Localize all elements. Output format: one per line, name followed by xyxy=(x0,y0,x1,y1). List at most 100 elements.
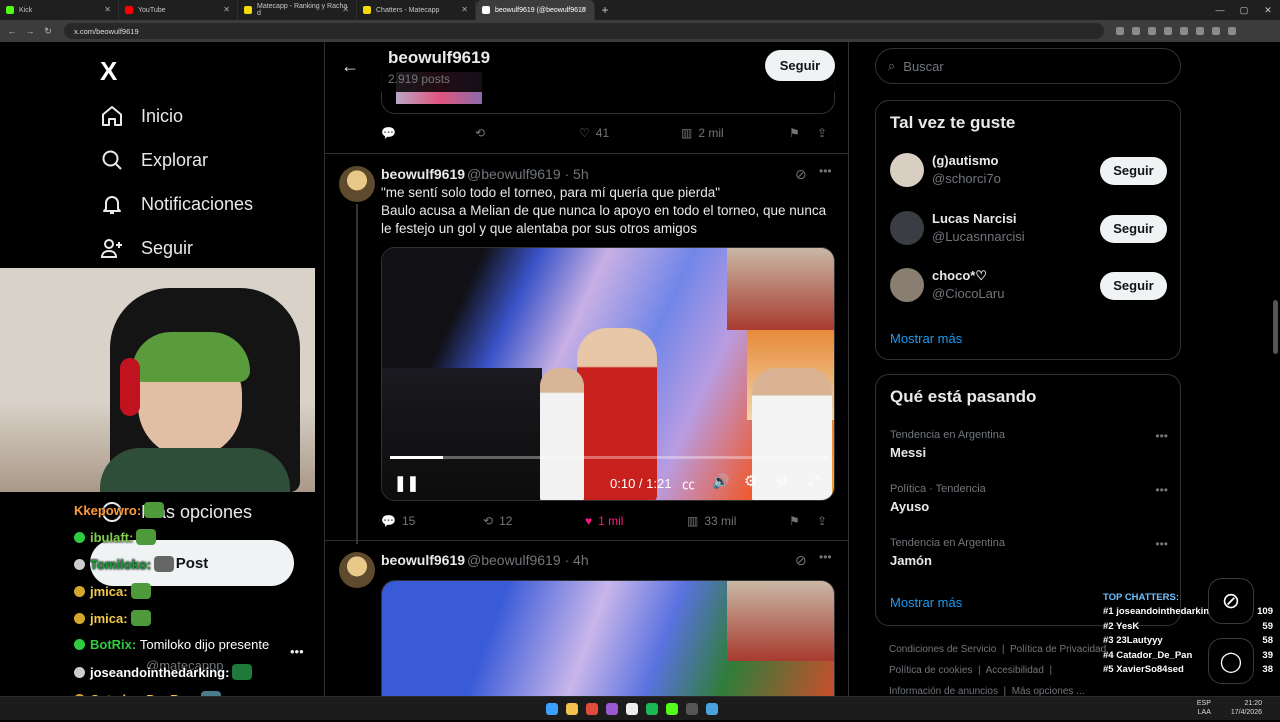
spotify-icon[interactable] xyxy=(646,703,658,715)
views-button[interactable]: ▥ 33 mil xyxy=(687,514,789,528)
footer-link[interactable]: Condiciones de Servicio xyxy=(889,644,996,655)
follow-button[interactable]: Seguir xyxy=(1100,157,1167,185)
tweet-author-name[interactable]: beowulf9619 xyxy=(381,166,465,182)
tab-kick[interactable]: Kick ✕ xyxy=(0,0,119,20)
url-input[interactable]: x.com/beowulf9619 xyxy=(64,23,1104,39)
like-button[interactable]: ♡ 41 xyxy=(579,126,681,140)
back-arrow-icon[interactable]: ← xyxy=(341,56,359,77)
bookmark-icon[interactable]: ⚑ xyxy=(789,514,817,528)
more-dots-icon[interactable]: ••• xyxy=(1155,537,1168,551)
cast-icon[interactable] xyxy=(1132,27,1140,35)
retweet-button[interactable]: ⟲ xyxy=(475,126,579,140)
close-icon[interactable]: ✕ xyxy=(342,5,349,14)
suggestion-item[interactable]: Lucas Narcisi @Lucasnnarcisi Seguir xyxy=(890,211,1168,251)
follow-button[interactable]: Seguir xyxy=(765,50,835,81)
zoom-icon[interactable] xyxy=(1116,27,1124,35)
minimize-icon[interactable]: — xyxy=(1208,0,1232,20)
profile-icon[interactable] xyxy=(1212,27,1220,35)
footer-link[interactable]: Política de cookies xyxy=(889,665,972,676)
tweet-author-handle[interactable]: @beowulf9619 · 4h xyxy=(467,552,589,568)
pause-icon[interactable]: ❚❚ xyxy=(394,474,419,492)
chrome-icon[interactable] xyxy=(586,703,598,715)
new-tab-button[interactable]: + xyxy=(595,3,615,17)
chat-message: Tomiloko: xyxy=(74,556,175,572)
file-explorer-icon[interactable] xyxy=(566,703,578,715)
retweet-button[interactable]: ⟲ 12 xyxy=(483,514,585,528)
share-icon[interactable]: ⇪ xyxy=(817,126,827,140)
app-icon[interactable] xyxy=(606,703,618,715)
close-window-icon[interactable]: ✕ xyxy=(1256,0,1280,20)
sidebar-item-explorar[interactable]: Explorar xyxy=(100,148,208,172)
trend-item[interactable]: Tendencia en Argentina Jamón ••• xyxy=(890,537,1168,568)
suggestion-item[interactable]: choco*♡ @CiocoLaru Seguir xyxy=(890,268,1168,308)
app-icon[interactable] xyxy=(706,703,718,715)
close-icon[interactable]: ✕ xyxy=(104,5,111,14)
pip-icon[interactable]: ⧉ xyxy=(777,472,787,489)
follow-button[interactable]: Seguir xyxy=(1100,215,1167,243)
tab-x-profile[interactable]: beowulf9619 (@beowulf9619 ✕ xyxy=(476,0,595,20)
fullscreen-icon[interactable]: ⤢ xyxy=(808,472,819,489)
reload-icon[interactable]: ↻ xyxy=(42,26,54,37)
extension-icon[interactable] xyxy=(1180,27,1188,35)
footer-link[interactable]: Política de Privacidad xyxy=(1010,644,1106,655)
tab-matecapp-ranking[interactable]: Matecapp - Ranking y Racha d ✕ xyxy=(238,0,357,20)
tweet-author-handle[interactable]: @beowulf9619 · 5h xyxy=(467,166,589,182)
puzzle-icon[interactable] xyxy=(1196,27,1204,35)
menu-icon[interactable] xyxy=(1228,27,1236,35)
close-icon[interactable]: ✕ xyxy=(580,5,587,14)
obs-icon[interactable] xyxy=(686,703,698,715)
tab-youtube[interactable]: YouTube ✕ xyxy=(119,0,238,20)
reply-button[interactable]: 💬 xyxy=(381,126,475,140)
extension-icon[interactable] xyxy=(1164,27,1172,35)
x-logo[interactable]: X xyxy=(100,56,117,87)
captions-icon[interactable]: ㏄ xyxy=(682,474,695,493)
grok-button[interactable]: ⊘ xyxy=(1208,578,1254,624)
more-dots-icon[interactable]: ••• xyxy=(819,164,832,178)
pepe-emote-icon xyxy=(144,502,165,518)
messages-button[interactable]: ◯ xyxy=(1208,638,1254,684)
tab-chatters[interactable]: Chatters - Matecapp ✕ xyxy=(357,0,476,20)
grok-icon[interactable]: ⊘ xyxy=(795,552,807,569)
avatar[interactable] xyxy=(339,166,375,202)
like-button[interactable]: ♥ 1 mil xyxy=(585,514,687,528)
reply-button[interactable]: 💬 15 xyxy=(381,514,483,528)
suggestion-item[interactable]: (g)autismo @schorci7o Seguir xyxy=(890,153,1168,193)
more-dots-icon[interactable]: ••• xyxy=(1155,429,1168,443)
windows-start-icon[interactable] xyxy=(546,703,558,715)
trend-item[interactable]: Política · Tendencia Ayuso ••• xyxy=(890,483,1168,514)
grok-icon[interactable]: ⊘ xyxy=(795,166,807,183)
star-icon[interactable] xyxy=(1148,27,1156,35)
streamer-webcam xyxy=(0,268,315,492)
close-icon[interactable]: ✕ xyxy=(461,5,468,14)
sidebar-item-inicio[interactable]: Inicio xyxy=(100,104,183,128)
maximize-icon[interactable]: ▢ xyxy=(1232,0,1256,20)
views-button[interactable]: ▥ 2 mil xyxy=(681,126,789,140)
show-more-link[interactable]: Mostrar más xyxy=(890,595,962,610)
bar-chart-icon: ▥ xyxy=(687,514,699,528)
forward-arrow-icon[interactable]: → xyxy=(24,26,36,36)
grok-icon: ⊘ xyxy=(1221,588,1241,613)
show-more-link[interactable]: Mostrar más xyxy=(890,331,962,346)
bookmark-icon[interactable]: ⚑ xyxy=(789,126,817,140)
sidebar-item-notificaciones[interactable]: Notificaciones xyxy=(100,192,253,216)
share-icon[interactable]: ⇪ xyxy=(817,514,827,528)
back-arrow-icon[interactable]: ← xyxy=(6,26,18,36)
more-dots-icon[interactable]: ••• xyxy=(1155,483,1168,497)
close-icon[interactable]: ✕ xyxy=(223,5,230,14)
tweet-author-name[interactable]: beowulf9619 xyxy=(381,552,465,568)
video-player[interactable]: ❚❚ 0:10 / 1:21 ㏄ 🔊 ⚙ ⧉ ⤢ xyxy=(381,247,835,501)
system-tray[interactable]: ESP LAA 21:20 17/4/2026 xyxy=(1197,699,1262,717)
follow-button[interactable]: Seguir xyxy=(1100,272,1167,300)
app-icon[interactable] xyxy=(626,703,638,715)
scrollbar[interactable] xyxy=(1273,300,1278,354)
settings-gear-icon[interactable]: ⚙ xyxy=(744,472,757,490)
video-progress-track[interactable] xyxy=(390,456,828,459)
trend-item[interactable]: Tendencia en Argentina Messi ••• xyxy=(890,429,1168,460)
volume-icon[interactable]: 🔊 xyxy=(712,473,729,490)
more-dots-icon[interactable]: ••• xyxy=(819,550,832,564)
footer-link[interactable]: Accesibilidad xyxy=(986,665,1044,676)
kick-icon[interactable] xyxy=(666,703,678,715)
sidebar-item-seguir[interactable]: Seguir xyxy=(100,236,193,260)
search-input[interactable]: ⌕ Buscar xyxy=(875,48,1181,84)
chat-bubble-icon: ◯ xyxy=(1219,650,1243,673)
